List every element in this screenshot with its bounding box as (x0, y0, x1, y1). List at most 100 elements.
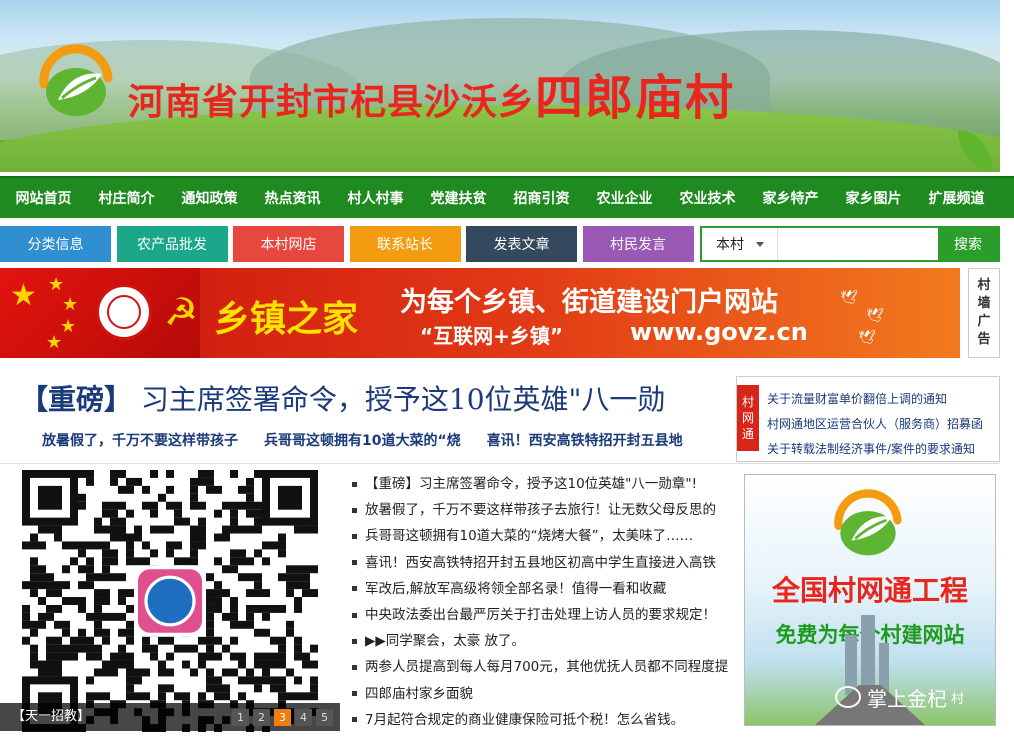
village-ad-tag[interactable]: 村墙广告 (968, 268, 1000, 358)
sub-headline-link[interactable]: 放暑假了，千万不要这样带孩子 (42, 430, 238, 450)
qr-module (110, 652, 118, 661)
nav-item[interactable]: 农业企业 (583, 188, 666, 208)
search-scope-select[interactable]: 本村 (702, 228, 778, 260)
qr-module (294, 581, 302, 590)
news-title: 喜讯！西安高铁特招开封五县地区初高中学生直接进入高铁 (365, 554, 716, 571)
qr-module (70, 636, 78, 645)
news-item[interactable]: 7月起符合规定的商业健康保险可抵个税！怎么省钱。 (352, 707, 742, 733)
news-item[interactable]: ▶▶同学聚会，太豪 放了。 (352, 628, 742, 654)
nav-item[interactable]: 党建扶贫 (417, 188, 500, 208)
subnav-button[interactable]: 农产品批发 (116, 226, 228, 262)
subnav-button[interactable]: 发表文章 (466, 226, 577, 262)
news-item[interactable]: 喜讯！西安高铁特招开封五县地区初高中学生直接进入高铁 (352, 550, 742, 576)
qr-module (86, 557, 94, 566)
qr-module (150, 652, 158, 661)
nav-item[interactable]: 农业技术 (666, 188, 749, 208)
qr-module (166, 668, 174, 677)
nav-item[interactable]: 村庄简介 (85, 188, 168, 208)
promo-banner[interactable]: 全国村网通工程 免费为每个村建网站 掌上金杞 村 (744, 474, 996, 726)
qr-module (310, 589, 318, 598)
slider-page-button[interactable]: 1 (232, 709, 249, 726)
star-icon: ★ (60, 316, 77, 337)
qr-module (254, 549, 262, 558)
qr-module (254, 509, 262, 518)
qr-module (102, 509, 110, 518)
slider-page-button[interactable]: 3 (274, 709, 291, 726)
site-title-village: 四郎庙村 (535, 70, 736, 126)
bullet-icon (352, 638, 357, 644)
qr-module (86, 676, 94, 685)
qr-module (190, 668, 198, 677)
news-item[interactable]: 四郎庙村家乡面貌 (352, 681, 742, 707)
nav-item[interactable]: 通知政策 (168, 188, 251, 208)
qr-module (46, 573, 54, 582)
news-item[interactable]: 两参人员提高到每人每月700元，其他优抚人员都不同程度提 (352, 654, 742, 680)
news-item[interactable]: 军改后,解放军高级将领全部名录！值得一看和收藏 (352, 576, 742, 602)
ad-banner[interactable]: ★ ★ ★ ★ ★ ☭ 乡镇之家 为每个乡镇、街道建设门户网站 “互联网+乡镇”… (0, 268, 960, 358)
qr-module (62, 644, 70, 653)
news-item[interactable]: 兵哥哥这顿拥有10道大菜的“烧烤大餐”，太美味了…… (352, 523, 742, 549)
qr-module (238, 692, 246, 701)
subnav-button[interactable]: 分类信息 (0, 226, 111, 262)
subnav-button[interactable]: 联系站长 (349, 226, 461, 262)
search-button[interactable]: 搜索 (938, 228, 998, 260)
slider-page-button[interactable]: 5 (316, 709, 333, 726)
nav-item[interactable]: 扩展频道 (915, 188, 998, 208)
promo-title: 全国村网通工程 (771, 574, 968, 607)
qr-module (158, 692, 166, 701)
qr-module (126, 557, 134, 566)
qr-module (262, 589, 270, 598)
qr-module (102, 565, 110, 574)
news-item[interactable]: 中央政法委出台最严厉关于打击处理上访人员的要求规定！ (352, 602, 742, 628)
qr-module (262, 612, 270, 621)
qr-module (286, 628, 294, 637)
nav-item[interactable]: 热点资讯 (251, 188, 334, 208)
qr-module (262, 676, 270, 685)
qr-module (46, 581, 54, 590)
qr-module (222, 525, 230, 534)
sub-headline-link[interactable]: 兵哥哥这顿拥有10道大菜的“烧 (264, 430, 461, 450)
qr-module (62, 620, 70, 629)
nav-item[interactable]: 家乡图片 (832, 188, 915, 208)
qr-module (190, 501, 198, 510)
qr-code-image[interactable] (22, 470, 318, 732)
nav-item[interactable]: 招商引资 (500, 188, 583, 208)
notice-item[interactable]: 关于流量财富单价翻倍上调的通知 (767, 387, 999, 412)
promo-logo-icon (834, 489, 902, 556)
qr-module (126, 628, 134, 637)
slider-page-button[interactable]: 4 (295, 709, 312, 726)
sub-headline-link[interactable]: 喜讯！西安高铁特招开封五县地 (487, 430, 683, 450)
news-item[interactable]: 【重磅】习主席签署命令，授予这10位英雄"八一勋章"! (352, 471, 742, 497)
qr-module (182, 557, 190, 566)
notice-tag: 村网通 (737, 385, 759, 451)
search-input[interactable] (780, 228, 938, 260)
news-item[interactable]: 放暑假了，千万不要这样带孩子去旅行！让无数父母反思的 (352, 497, 742, 523)
qr-module (246, 509, 254, 518)
nav-item[interactable]: 家乡特产 (749, 188, 832, 208)
top-headline[interactable]: 【重磅】 习主席签署命令，授予这10位英雄"八一勋 (20, 378, 720, 418)
qr-module (102, 549, 110, 558)
qr-module (230, 604, 238, 613)
qr-module (246, 668, 254, 677)
qr-module (214, 684, 222, 693)
qr-module (294, 597, 302, 605)
qr-module (230, 557, 238, 566)
qr-module (142, 501, 150, 510)
qr-module (278, 541, 286, 550)
subnav-button[interactable]: 村民发言 (582, 226, 694, 262)
nav-item[interactable]: 网站首页 (2, 188, 85, 208)
slider-page-button[interactable]: 2 (253, 709, 270, 726)
qr-module (214, 676, 222, 685)
qr-module (206, 470, 214, 478)
qr-module (22, 612, 30, 621)
nav-item[interactable]: 村人村事 (334, 188, 417, 208)
notice-item[interactable]: 关于转载法制经济事件/案件的要求通知 (767, 437, 999, 462)
qr-module (206, 676, 214, 685)
qr-module (222, 533, 230, 542)
star-icon: ★ (62, 294, 79, 315)
qr-module (278, 684, 286, 693)
subnav-button[interactable]: 本村网店 (233, 226, 344, 262)
qr-module (38, 573, 46, 582)
notice-item[interactable]: 村网通地区运营合伙人（服务商）招募函 (767, 412, 999, 437)
qr-module (182, 517, 190, 526)
